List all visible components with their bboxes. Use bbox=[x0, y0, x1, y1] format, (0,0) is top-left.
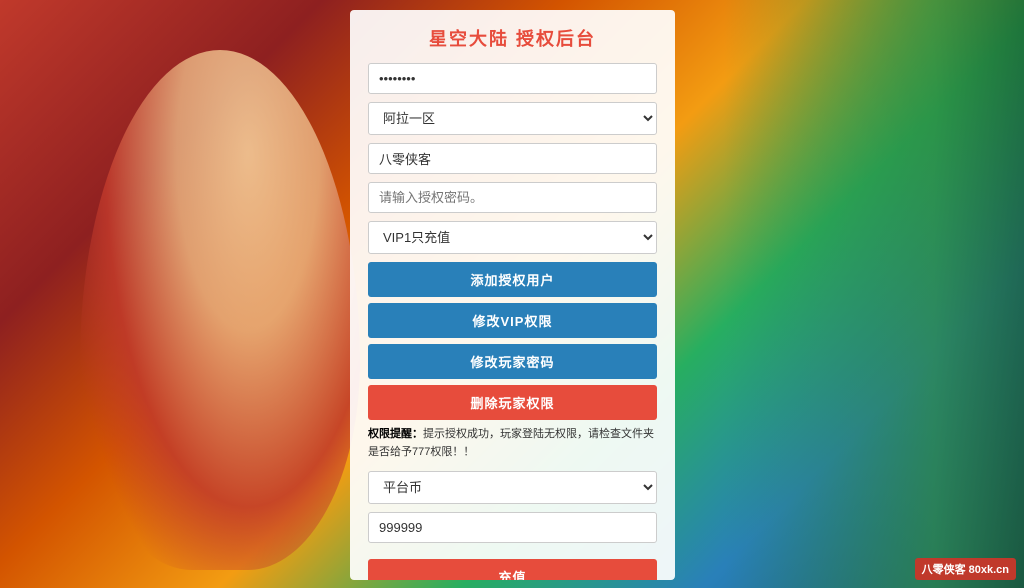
server-select[interactable]: 阿拉一区 阿拉二区 阿拉三区 bbox=[368, 102, 657, 135]
vip-select[interactable]: VIP1只充值 VIP2 VIP3 bbox=[368, 221, 657, 254]
modify-password-button[interactable]: 修改玩家密码 bbox=[368, 344, 657, 379]
currency-select[interactable]: 平台币 元宝 金币 bbox=[368, 471, 657, 504]
recharge-amount-wrap bbox=[368, 512, 657, 543]
form-panel: 星空大陆 授权后台 阿拉一区 阿拉二区 阿拉三区 VIP1只充值 VIP2 VI… bbox=[350, 10, 675, 580]
recharge-button[interactable]: 充值 bbox=[368, 559, 657, 580]
password-input[interactable] bbox=[368, 63, 657, 94]
add-user-button[interactable]: 添加授权用户 bbox=[368, 262, 657, 297]
recharge-amount-input[interactable] bbox=[368, 512, 657, 543]
modify-vip-button[interactable]: 修改VIP权限 bbox=[368, 303, 657, 338]
permission-tip-label: 权限提醒： bbox=[368, 428, 423, 440]
delete-vip-button[interactable]: 删除玩家权限 bbox=[368, 385, 657, 420]
page-title: 星空大陆 授权后台 bbox=[368, 25, 657, 51]
username-input[interactable] bbox=[368, 143, 657, 174]
watermark: 八零侠客 80xk.cn bbox=[915, 558, 1016, 580]
permission-tip: 权限提醒：提示授权成功，玩家登陆无权限，请检查文件夹是否给予777权限！！ bbox=[368, 426, 657, 461]
auth-password-input[interactable] bbox=[368, 182, 657, 213]
